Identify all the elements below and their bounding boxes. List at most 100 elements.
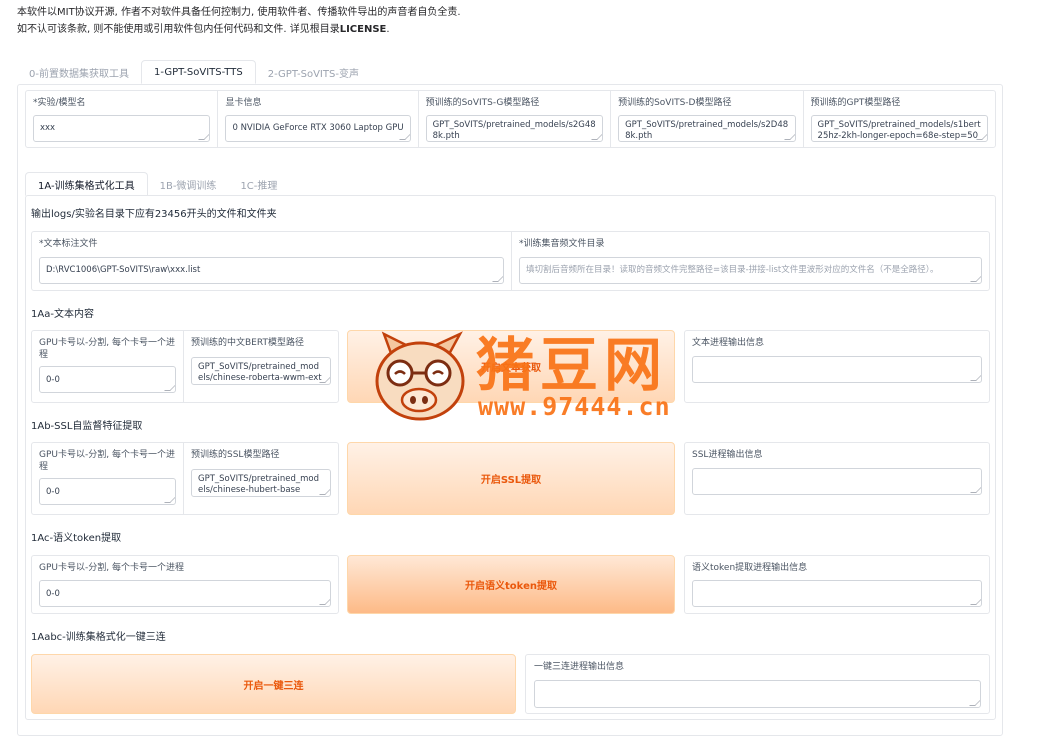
sovits-g-cell: 预训练的SoVITS-G模型路径 GPT_SoVITS/pretrained_m… — [419, 91, 612, 147]
sovits-g-input[interactable]: GPT_SoVITS/pretrained_models/s2G488k.pth — [425, 115, 604, 142]
exp-name-cell: *实验/模型名 xxx — [26, 91, 219, 147]
notice-line-2-text: 如不认可该条款, 则不能使用或引用软件包内任何代码和文件. 详见根目录 — [17, 24, 340, 35]
s1c-output-label: 语义token提取进程输出信息 — [692, 563, 808, 573]
main-tabs: 0-前置数据集获取工具 1-GPT-SoVITS-TTS 2-GPT-SoVIT… — [17, 60, 371, 84]
s1b-ssl-value: GPT_SoVITS/pretrained_models/chinese-hub… — [198, 474, 319, 495]
files-box: *文本标注文件 D:\RVC1006\GPT-SoVITS\raw\xxx.li… — [31, 231, 990, 291]
tab-1b-finetune[interactable]: 1B-微调训练 — [148, 172, 229, 196]
resize-grip-icon[interactable] — [164, 385, 175, 391]
s1a-params-box: GPU卡号以-分割, 每个卡号一个进程 0-0 预训练的中文BERT模型路径 G… — [31, 330, 339, 403]
exp-name-value: xxx — [40, 123, 56, 133]
s1b-params-box: GPU卡号以-分割, 每个卡号一个进程 0-0 预训练的SSL模型路径 GPT_… — [31, 442, 339, 515]
text-label-value: D:\RVC1006\GPT-SoVITS\raw\xxx.list — [46, 265, 201, 275]
section-1aabc-title: 1Aabc-训练集格式化一键三连 — [31, 632, 166, 643]
resize-grip-icon[interactable] — [970, 276, 981, 282]
s1a-output-box: 文本进程输出信息 — [684, 330, 990, 403]
text-label-label: *文本标注文件 — [39, 239, 98, 249]
s1b-gpu-cell: GPU卡号以-分割, 每个卡号一个进程 0-0 — [32, 443, 184, 514]
sub-tabs: 1A-训练集格式化工具 1B-微调训练 1C-推理 — [25, 172, 289, 196]
gpt-model-cell: 预训练的GPT模型路径 GPT_SoVITS/pretrained_models… — [804, 91, 995, 147]
s1b-gpu-label: GPU卡号以-分割, 每个卡号一个进程 — [39, 450, 175, 472]
tab-gpt-sovits-tts[interactable]: 1-GPT-SoVITS-TTS — [140, 60, 256, 84]
resize-grip-icon[interactable] — [398, 134, 410, 140]
resize-grip-icon[interactable] — [970, 599, 981, 605]
text-label-input[interactable]: D:\RVC1006\GPT-SoVITS\raw\xxx.list — [39, 257, 504, 284]
s1c-output-field[interactable] — [692, 580, 982, 607]
resize-grip-icon[interactable] — [591, 134, 603, 140]
s1c-params-box: GPU卡号以-分割, 每个卡号一个进程 0-0 — [31, 555, 339, 614]
start-semantic-token-button[interactable]: 开启语义token提取 — [347, 555, 675, 614]
sovits-d-cell: 预训练的SoVITS-D模型路径 GPT_SoVITS/pretrained_m… — [611, 91, 804, 147]
resize-grip-icon[interactable] — [164, 497, 175, 503]
notice-line-2-end: . — [386, 24, 390, 35]
resize-grip-icon[interactable] — [969, 700, 980, 706]
gpt-model-input[interactable]: GPT_SoVITS/pretrained_models/s1bert25hz-… — [810, 115, 988, 142]
audio-dir-cell: *训练集音频文件目录 填切割后音频所在目录！读取的音频文件完整路径=该目录-拼接… — [512, 232, 989, 290]
s1a-output-label: 文本进程输出信息 — [692, 338, 765, 348]
tab-dataset-tools[interactable]: 0-前置数据集获取工具 — [17, 60, 141, 84]
gpu-info-value: 0 NVIDIA GeForce RTX 3060 Laptop GPU — [232, 123, 404, 133]
s1c-gpu-label: GPU卡号以-分割, 每个卡号一个进程 — [39, 563, 184, 573]
s1b-output-field[interactable] — [692, 468, 982, 495]
s1a-gpu-cell: GPU卡号以-分割, 每个卡号一个进程 0-0 — [32, 331, 184, 402]
notice-line-2: 如不认可该条款, 则不能使用或引用软件包内任何代码和文件. 详见根目录LICEN… — [17, 21, 461, 38]
audio-dir-input[interactable]: 填切割后音频所在目录！读取的音频文件完整路径=该目录-拼接-list文件里波形对… — [519, 257, 982, 284]
s1c-output-box: 语义token提取进程输出信息 — [684, 555, 990, 614]
tab-1c-inference[interactable]: 1C-推理 — [228, 172, 289, 196]
license-notice: 本软件以MIT协议开源, 作者不对软件具备任何控制力, 使用软件者、传播软件导出… — [17, 4, 461, 38]
resize-grip-icon[interactable] — [970, 487, 981, 493]
s1c-gpu-input[interactable]: 0-0 — [39, 580, 331, 607]
text-label-cell: *文本标注文件 D:\RVC1006\GPT-SoVITS\raw\xxx.li… — [32, 232, 512, 290]
gpu-info-input[interactable]: 0 NVIDIA GeForce RTX 3060 Laptop GPU — [225, 115, 411, 142]
output-note: 输出logs/实验名目录下应有23456开头的文件和文件夹 — [31, 209, 277, 220]
sovits-g-label: 预训练的SoVITS-G模型路径 — [425, 98, 540, 108]
resize-grip-icon[interactable] — [198, 134, 210, 140]
s1abc-output-field[interactable] — [534, 680, 981, 708]
experiment-settings: *实验/模型名 xxx 显卡信息 0 NVIDIA GeForce RTX 30… — [25, 90, 996, 148]
s1b-output-label: SSL进程输出信息 — [692, 450, 763, 460]
sovits-d-value: GPT_SoVITS/pretrained_models/s2D488k.pth — [625, 120, 789, 141]
s1b-ssl-label: 预训练的SSL模型路径 — [191, 450, 280, 460]
s1a-output-field[interactable] — [692, 356, 982, 383]
sovits-d-input[interactable]: GPT_SoVITS/pretrained_models/s2D488k.pth — [618, 115, 796, 142]
s1c-gpu-value: 0-0 — [46, 589, 60, 599]
sovits-g-value: GPT_SoVITS/pretrained_models/s2G488k.pth — [432, 120, 596, 141]
s1a-bert-cell: 预训练的中文BERT模型路径 GPT_SoVITS/pretrained_mod… — [184, 331, 338, 402]
s1a-bert-label: 预训练的中文BERT模型路径 — [191, 338, 304, 348]
tab-gpt-sovits-voice-change[interactable]: 2-GPT-SoVITS-变声 — [256, 60, 371, 84]
sovits-d-label: 预训练的SoVITS-D模型路径 — [618, 98, 732, 108]
resize-grip-icon[interactable] — [319, 599, 330, 605]
s1abc-output-box: 一键三连进程输出信息 — [525, 654, 990, 714]
resize-grip-icon[interactable] — [783, 134, 795, 140]
tab-1a-dataset-format[interactable]: 1A-训练集格式化工具 — [25, 172, 148, 196]
start-ssl-extract-button[interactable]: 开启SSL提取 — [347, 442, 675, 515]
section-1ac-title: 1Ac-语义token提取 — [31, 533, 122, 544]
s1abc-output-label: 一键三连进程输出信息 — [534, 662, 625, 672]
s1b-output-box: SSL进程输出信息 — [684, 442, 990, 515]
gpu-info-cell: 显卡信息 0 NVIDIA GeForce RTX 3060 Laptop GP… — [218, 91, 419, 147]
s1a-bert-value: GPT_SoVITS/pretrained_models/chinese-rob… — [198, 362, 322, 383]
exp-name-input[interactable]: xxx — [33, 115, 211, 142]
gpt-model-label: 预训练的GPT模型路径 — [810, 98, 901, 108]
s1a-gpu-label: GPU卡号以-分割, 每个卡号一个进程 — [39, 338, 175, 360]
exp-name-label: *实验/模型名 — [33, 98, 86, 108]
s1a-gpu-value: 0-0 — [46, 375, 60, 385]
gpu-info-label: 显卡信息 — [225, 98, 262, 108]
notice-line-1: 本软件以MIT协议开源, 作者不对软件具备任何控制力, 使用软件者、传播软件导出… — [17, 7, 461, 18]
s1a-bert-input[interactable]: GPT_SoVITS/pretrained_models/chinese-rob… — [191, 357, 331, 385]
resize-grip-icon[interactable] — [970, 375, 981, 381]
section-1aa-title: 1Aa-文本内容 — [31, 309, 94, 320]
start-text-extract-button[interactable]: 开启文本获取 — [347, 330, 675, 403]
start-one-click-button[interactable]: 开启一键三连 — [31, 654, 516, 714]
resize-grip-icon[interactable] — [492, 276, 503, 282]
audio-dir-placeholder: 填切割后音频所在目录！读取的音频文件完整路径=该目录-拼接-list文件里波形对… — [526, 265, 939, 275]
audio-dir-label: *训练集音频文件目录 — [519, 239, 605, 249]
gpt-model-value: GPT_SoVITS/pretrained_models/s1bert25hz-… — [817, 120, 981, 141]
s1b-gpu-value: 0-0 — [46, 487, 60, 497]
s1b-ssl-input[interactable]: GPT_SoVITS/pretrained_models/chinese-hub… — [191, 469, 331, 497]
resize-grip-icon[interactable] — [319, 489, 330, 495]
section-1ab-title: 1Ab-SSL自监督特征提取 — [31, 421, 143, 432]
s1a-gpu-input[interactable]: 0-0 — [39, 366, 176, 393]
s1b-gpu-input[interactable]: 0-0 — [39, 478, 176, 505]
notice-license-word: LICENSE — [339, 24, 387, 35]
